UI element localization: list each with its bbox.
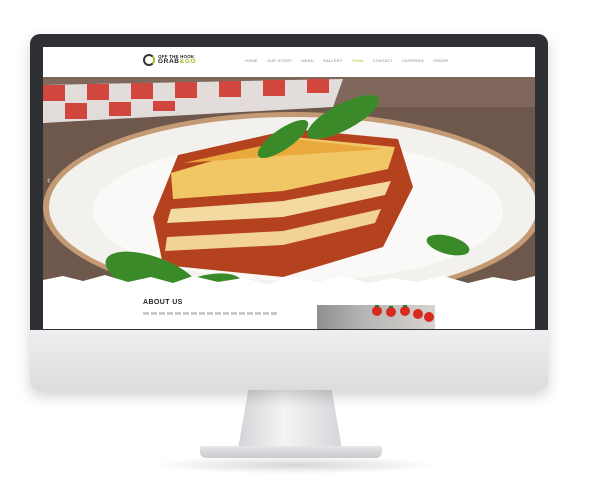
about-text-placeholder bbox=[143, 312, 279, 315]
monitor-stand bbox=[237, 390, 343, 450]
chevron-left-icon[interactable]: ‹ bbox=[47, 175, 50, 186]
site-header: OFF THE HOOK GRAB&GO HOME OUR STORY MENU… bbox=[43, 47, 535, 77]
screen: OFF THE HOOK GRAB&GO HOME OUR STORY MENU… bbox=[43, 47, 535, 329]
logo-line2-main: GRAB bbox=[158, 58, 180, 65]
monitor-chin bbox=[30, 330, 548, 390]
tomatoes-image bbox=[372, 305, 434, 322]
nav-item-team[interactable]: TEAM bbox=[352, 58, 364, 63]
about-image bbox=[317, 305, 435, 329]
logo-line2-accent: GO bbox=[184, 58, 197, 65]
torn-edge bbox=[43, 275, 535, 285]
chevron-right-icon[interactable]: › bbox=[528, 175, 531, 186]
nav-item-order[interactable]: ORDER bbox=[433, 58, 448, 63]
monitor: OFF THE HOOK GRAB&GO HOME OUR STORY MENU… bbox=[30, 34, 548, 390]
logo-icon bbox=[143, 54, 155, 66]
nav-item-contact[interactable]: CONTACT bbox=[373, 58, 393, 63]
nav-item-our-story[interactable]: OUR STORY bbox=[267, 58, 292, 63]
site-logo[interactable]: OFF THE HOOK GRAB&GO bbox=[143, 54, 196, 66]
logo-line2: GRAB&GO bbox=[158, 58, 197, 66]
hero-image bbox=[43, 77, 535, 285]
nav-item-gallery[interactable]: GALLERY bbox=[323, 58, 343, 63]
nav-item-menu[interactable]: MENU bbox=[301, 58, 314, 63]
monitor-stand-base bbox=[200, 446, 382, 458]
monitor-bezel: OFF THE HOOK GRAB&GO HOME OUR STORY MENU… bbox=[30, 34, 548, 330]
main-nav: HOME OUR STORY MENU GALLERY TEAM CONTACT… bbox=[245, 58, 448, 63]
about-heading: ABOUT US bbox=[143, 299, 183, 306]
stand-shadow bbox=[150, 456, 440, 474]
nav-item-home[interactable]: HOME bbox=[245, 58, 258, 63]
logo-text: OFF THE HOOK GRAB&GO bbox=[158, 54, 197, 66]
nav-item-catering[interactable]: CATERING bbox=[402, 58, 424, 63]
hero-slider: ‹ › bbox=[43, 77, 535, 285]
